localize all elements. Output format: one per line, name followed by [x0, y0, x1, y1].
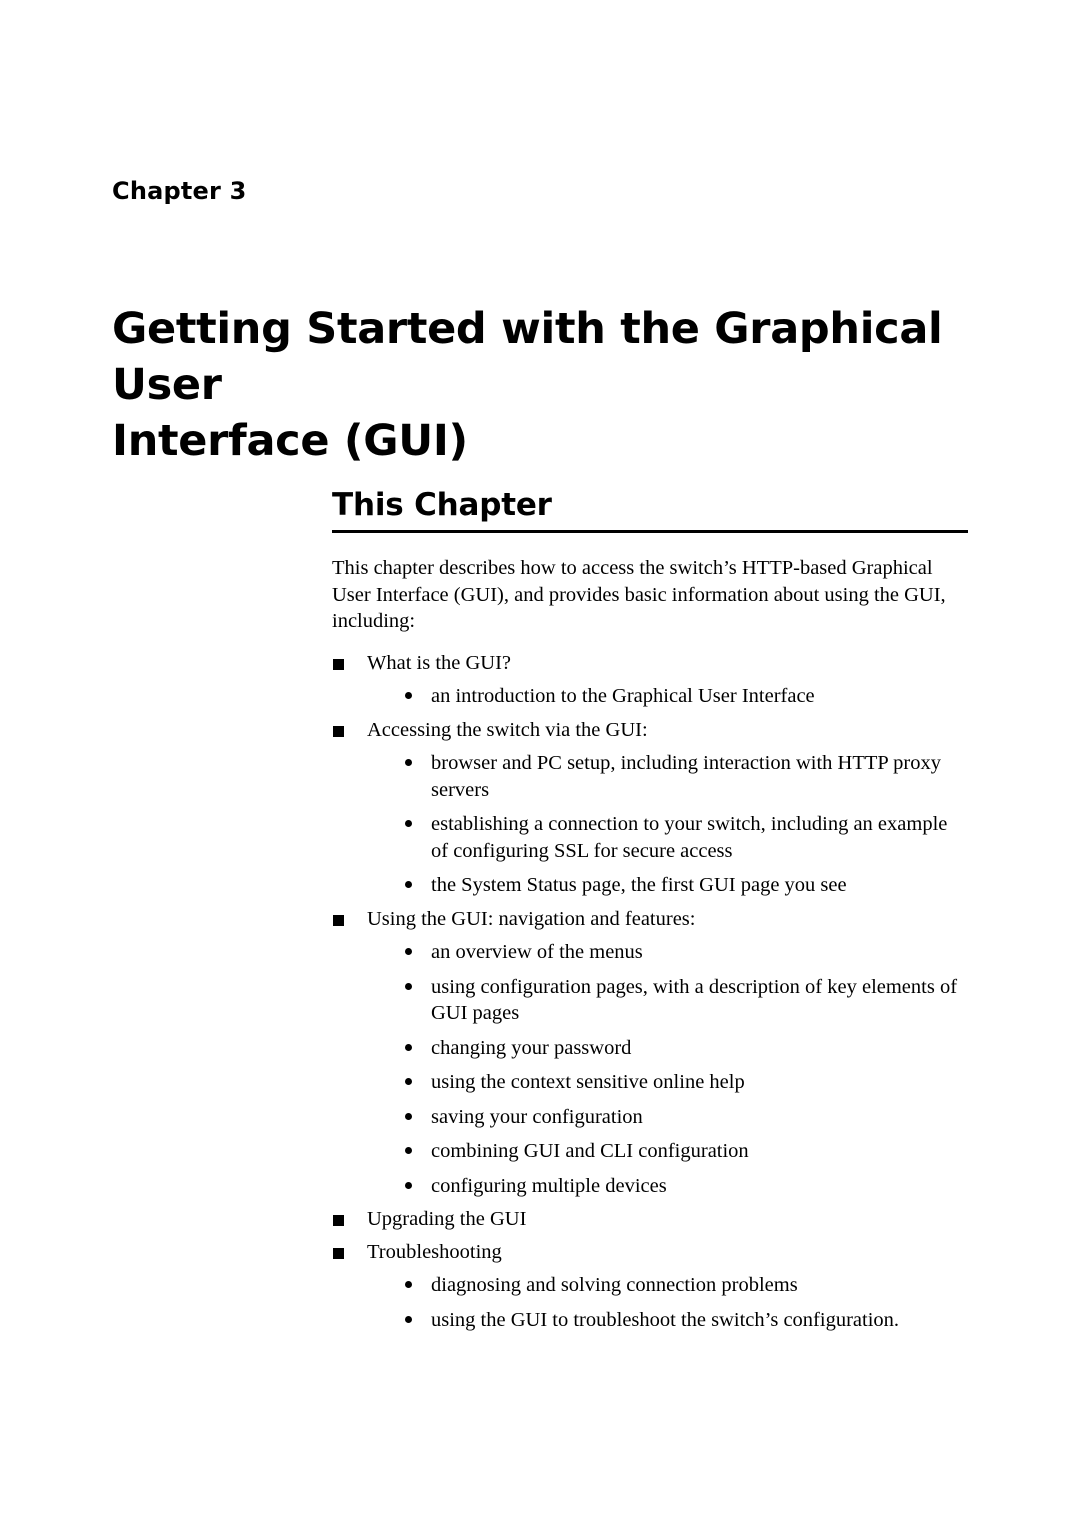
document-page: Chapter 3 Getting Started with the Graph… — [0, 0, 1080, 1528]
subtopic-item: using the GUI to troubleshoot the switch… — [404, 1303, 968, 1338]
topic-item: Troubleshooting diagnosing and solving co… — [332, 1236, 968, 1338]
page-title: Getting Started with the Graphical User … — [112, 301, 992, 469]
subtopic-item-label: the System Status page, the first GUI pa… — [431, 874, 847, 896]
round-bullet-icon — [405, 1181, 412, 1189]
subtopic-list: an introduction to the Graphical User In… — [367, 679, 968, 714]
subtopic-item: using the context sensitive online help — [404, 1065, 968, 1100]
page-title-line-1: Getting Started with the Graphical User — [112, 303, 943, 410]
subtopic-item: using configuration pages, with a descri… — [404, 970, 968, 1031]
subtopic-item-label: diagnosing and solving connection proble… — [431, 1274, 798, 1296]
round-bullet-icon — [405, 820, 412, 827]
round-bullet-icon — [405, 1281, 412, 1288]
round-bullet-icon — [405, 948, 412, 955]
subtopic-item: diagnosing and solving connection proble… — [404, 1268, 968, 1303]
round-bullet-icon — [405, 1147, 412, 1154]
subtopic-item-label: changing your password — [431, 1036, 632, 1059]
subtopic-item: the System Status page, the first GUI pa… — [404, 868, 968, 903]
subtopic-item-label: using the context sensitive online help — [431, 1071, 745, 1093]
subtopic-list: diagnosing and solving connection proble… — [367, 1268, 968, 1337]
round-bullet-icon — [405, 982, 412, 990]
subtopic-item-label: using the GUI to troubleshoot the switch… — [431, 1308, 900, 1331]
topic-item: Using the GUI: navigation and features: a… — [332, 903, 968, 1204]
round-bullet-icon — [405, 759, 412, 766]
square-bullet-icon — [333, 914, 344, 926]
topic-item-label: Accessing the switch via the GUI: — [367, 718, 648, 741]
subtopic-item-label: saving your configuration — [431, 1105, 643, 1128]
subtopic-list: browser and PC setup, including interact… — [367, 746, 968, 903]
subtopic-item: establishing a connection to your switch… — [404, 807, 968, 868]
subtopic-item-label: an introduction to the Graphical User In… — [431, 685, 815, 707]
round-bullet-icon — [405, 881, 412, 888]
topic-item-label: Using the GUI: navigation and features: — [367, 907, 696, 930]
square-bullet-icon — [333, 725, 344, 737]
topic-item-label: What is the GUI? — [367, 651, 512, 674]
section-heading: This Chapter — [332, 487, 552, 523]
subtopic-item: configuring multiple devices — [404, 1169, 968, 1204]
topic-item-label: Troubleshooting — [367, 1240, 502, 1263]
subtopic-list: an overview of the menus using configurat… — [367, 935, 968, 1203]
subtopic-item-label: establishing a connection to your switch… — [431, 813, 948, 862]
round-bullet-icon — [405, 1078, 412, 1085]
square-bullet-icon — [333, 1247, 344, 1259]
square-bullet-icon — [333, 1215, 344, 1226]
this-chapter-section: This Chapter This chapter describes how … — [332, 486, 968, 1337]
subtopic-item-label: combining GUI and CLI configuration — [431, 1140, 749, 1162]
subtopic-item-label: using configuration pages, with a descri… — [431, 975, 958, 1025]
subtopic-item: combining GUI and CLI configuration — [404, 1134, 968, 1169]
subtopic-item-label: configuring multiple devices — [431, 1174, 667, 1197]
topic-item-label: Upgrading the GUI — [367, 1208, 527, 1230]
subtopic-item: saving your configuration — [404, 1100, 968, 1135]
section-divider — [332, 530, 968, 533]
square-bullet-icon — [333, 658, 344, 670]
round-bullet-icon — [405, 1112, 412, 1120]
subtopic-item: an introduction to the Graphical User In… — [404, 679, 968, 714]
intro-paragraph: This chapter describes how to access the… — [332, 557, 946, 632]
subtopic-item-label: an overview of the menus — [431, 941, 643, 963]
round-bullet-icon — [405, 692, 412, 699]
topic-item: Upgrading the GUI — [332, 1203, 968, 1236]
subtopic-item: changing your password — [404, 1031, 968, 1066]
subtopic-item: an overview of the menus — [404, 935, 968, 970]
chapter-topic-list: What is the GUI? an introduction to the G… — [332, 647, 968, 1338]
page-title-line-2: Interface (GUI) — [112, 415, 468, 466]
round-bullet-icon — [405, 1315, 412, 1323]
topic-item: Accessing the switch via the GUI: browser… — [332, 714, 968, 903]
subtopic-item: browser and PC setup, including interact… — [404, 746, 968, 807]
chapter-label: Chapter 3 — [112, 177, 247, 205]
subtopic-item-label: browser and PC setup, including interact… — [431, 752, 941, 801]
topic-item: What is the GUI? an introduction to the G… — [332, 647, 968, 714]
round-bullet-icon — [405, 1043, 412, 1051]
